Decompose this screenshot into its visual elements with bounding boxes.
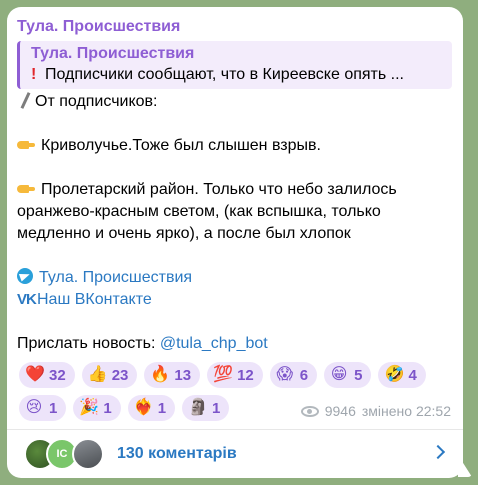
reaction-count: 32	[49, 366, 66, 384]
scream-icon: 😱	[276, 366, 294, 383]
comments-bar[interactable]: IC 130 коментарів	[7, 430, 463, 478]
reaction-count: 12	[237, 366, 254, 384]
text-line: Криволучье.Тоже был слышен взрыв.	[17, 135, 447, 157]
comments-count[interactable]: 130 коментарів	[117, 445, 237, 463]
grin-icon: 😁	[330, 366, 348, 383]
text-line: оранжево-красным светом, (как вспышка, т…	[17, 201, 447, 223]
bot-link[interactable]: @tula_chp_bot	[160, 335, 268, 352]
text-line: VKНаш ВКонтакте	[17, 289, 447, 311]
cry-icon: 😢	[25, 399, 43, 416]
party-icon: 🎉	[79, 399, 100, 416]
pointing-hand-icon	[17, 139, 35, 151]
reaction-scream[interactable]: 😱 6	[269, 362, 318, 388]
telegram-channel-link[interactable]: Тула. Происшествия	[39, 269, 192, 286]
reaction-count: 13	[174, 366, 192, 384]
text-from-subscribers: От подписчиков:	[35, 93, 158, 110]
reaction-fire[interactable]: 🔥 13	[144, 362, 201, 388]
text-proletarsky-2: оранжево-красным светом, (как вспышка, т…	[17, 203, 381, 220]
thumbs-up-icon: 👍	[87, 366, 108, 383]
reaction-thumbs-up[interactable]: 👍 23	[81, 362, 138, 388]
text-proletarsky-1: Пролетарский район. Только что небо зали…	[41, 181, 397, 198]
heart-icon: ❤️	[25, 366, 45, 383]
pen-icon	[17, 92, 33, 108]
pointing-hand-icon	[17, 183, 35, 195]
reaction-heart-on-fire[interactable]: ❤️‍🔥 1	[127, 395, 176, 421]
message-meta: 9946 змінено 22:52	[300, 403, 451, 419]
reply-text: Подписчики сообщают, что в Киреевске опя…	[45, 66, 404, 83]
reaction-moai[interactable]: 🗿 1	[182, 395, 230, 421]
text-proletarsky-3: медленно и очень ярко), а после был хлоп…	[17, 225, 351, 242]
fire-icon: 🔥	[150, 366, 171, 383]
moai-icon: 🗿	[188, 399, 208, 416]
rofl-icon: 🤣	[384, 366, 405, 383]
vk-link[interactable]: Наш ВКонтакте	[37, 291, 152, 308]
reaction-count: 5	[354, 366, 363, 384]
reaction-cry[interactable]: 😢 1	[19, 395, 67, 421]
reaction-count: 1	[157, 399, 167, 417]
reaction-count: 1	[212, 399, 221, 417]
reaction-party[interactable]: 🎉 1	[73, 395, 121, 421]
reaction-grin[interactable]: 😁 5	[324, 362, 372, 388]
text-line: Прислать новость: @tula_chp_bot	[17, 333, 447, 355]
reaction-heart[interactable]: ❤️ 32	[19, 362, 75, 388]
commenter-avatars: IC	[24, 438, 114, 470]
message-text: От подписчиков: Криволучье.Тоже был слыш…	[17, 91, 447, 355]
chevron-right-icon[interactable]	[430, 444, 446, 460]
avatar	[72, 438, 104, 470]
reactions-row: ❤️ 32 👍 23 🔥 13 💯 12 😱 6 😁 5 🤣 4	[19, 362, 449, 388]
reply-text-row: ! Подписчики сообщают, что в Киреевске оп…	[31, 64, 452, 86]
text-line: Тула. Происшествия	[17, 267, 447, 289]
text-krivoluchye: Криволучье.Тоже был слышен взрыв.	[41, 137, 321, 154]
send-news-label: Прислать новость:	[17, 335, 160, 352]
reaction-count: 1	[103, 399, 112, 417]
edited-time: змінено 22:52	[361, 403, 451, 419]
reaction-count: 1	[49, 399, 58, 417]
reaction-count: 4	[408, 366, 417, 384]
text-line: Пролетарский район. Только что небо зали…	[17, 179, 447, 201]
reaction-count: 23	[111, 366, 129, 384]
vk-icon: VK	[17, 291, 37, 308]
reaction-rofl[interactable]: 🤣 4	[378, 362, 426, 388]
sender-name[interactable]: Тула. Происшествия	[17, 18, 180, 36]
heart-on-fire-icon: ❤️‍🔥	[133, 399, 154, 416]
reply-title: Тула. Происшествия	[31, 45, 195, 62]
view-count: 9946	[324, 403, 356, 419]
eye-icon	[300, 405, 319, 417]
hundred-icon: 💯	[213, 366, 233, 383]
reaction-hundred[interactable]: 💯 12	[207, 362, 263, 388]
exclamation-icon: !	[31, 66, 37, 83]
telegram-icon	[17, 268, 33, 284]
reply-quote[interactable]: Тула. Происшествия ! Подписчики сообщают,…	[17, 41, 452, 89]
text-line: медленно и очень ярко), а после был хлоп…	[17, 223, 447, 245]
text-line: От подписчиков:	[17, 91, 447, 113]
reaction-count: 6	[299, 366, 309, 384]
